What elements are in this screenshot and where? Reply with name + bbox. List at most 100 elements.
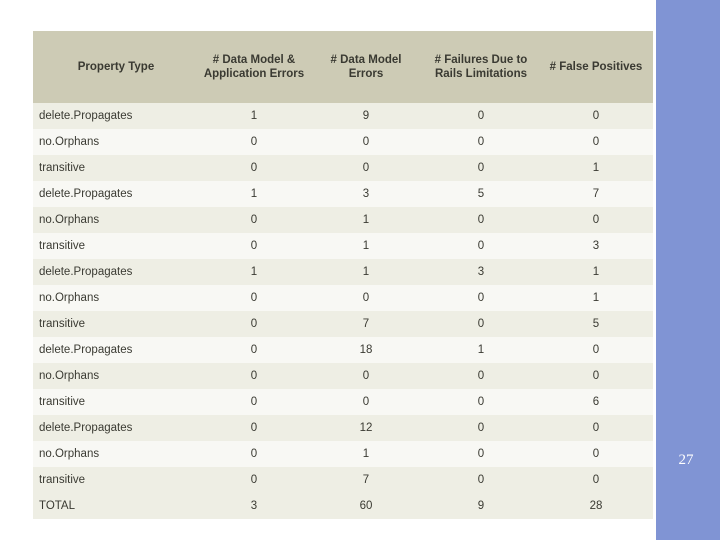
table-row: transitive 0 7 0 5 [33,311,653,337]
column-header-property-type: Property Type [33,31,199,103]
column-header-data-model-errors: # Data Model Errors [309,31,423,103]
cell-value: 0 [309,155,423,181]
table-body: delete.Propagates 1 9 0 0 no.Orphans 0 0 0 0 trans… [33,103,653,519]
cell-value: 0 [309,129,423,155]
cell-property-type: transitive [33,467,199,493]
cell-value: 1 [539,259,653,285]
cell-property-type: delete.Propagates [33,337,199,363]
cell-value: 1 [309,207,423,233]
cell-property-type: delete.Propagates [33,103,199,129]
cell-value: 6 [539,389,653,415]
cell-value: 0 [423,103,539,129]
cell-value: 28 [539,493,653,519]
table-header: Property Type # Data Model & Application… [33,31,653,103]
cell-value: 0 [199,389,309,415]
cell-property-type: no.Orphans [33,207,199,233]
cell-value: 0 [309,389,423,415]
column-header-data-model-application-errors: # Data Model & Application Errors [199,31,309,103]
table-row: delete.Propagates 1 3 5 7 [33,181,653,207]
cell-value: 0 [309,363,423,389]
cell-value: 0 [539,129,653,155]
results-table: Property Type # Data Model & Application… [33,31,653,519]
cell-value: 0 [423,129,539,155]
cell-property-type: transitive [33,155,199,181]
cell-property-type: no.Orphans [33,129,199,155]
cell-value: 0 [539,363,653,389]
cell-value: 1 [309,441,423,467]
cell-value: 1 [423,337,539,363]
table-row: transitive 0 0 0 6 [33,389,653,415]
cell-value: 9 [309,103,423,129]
cell-value: 0 [199,337,309,363]
cell-value: 0 [423,311,539,337]
slide: 27 Property Type # Data Model & Applicat… [0,0,720,540]
cell-value: 0 [423,467,539,493]
cell-value: 1 [199,181,309,207]
cell-value: 0 [199,441,309,467]
cell-value: 0 [539,415,653,441]
table-row: no.Orphans 0 0 0 0 [33,363,653,389]
cell-value: 5 [539,311,653,337]
cell-value: 3 [423,259,539,285]
cell-value: 0 [423,155,539,181]
cell-property-type: TOTAL [33,493,199,519]
results-table-container: Property Type # Data Model & Application… [33,31,653,519]
cell-property-type: delete.Propagates [33,415,199,441]
column-header-false-positives: # False Positives [539,31,653,103]
column-header-failures-rails-limitations: # Failures Due to Rails Limitations [423,31,539,103]
cell-property-type: no.Orphans [33,441,199,467]
cell-value: 0 [423,207,539,233]
cell-value: 0 [199,311,309,337]
cell-property-type: transitive [33,233,199,259]
table-row: transitive 0 1 0 3 [33,233,653,259]
cell-value: 7 [309,467,423,493]
table-row-total: TOTAL 3 60 9 28 [33,493,653,519]
cell-value: 5 [423,181,539,207]
cell-value: 0 [423,285,539,311]
cell-value: 18 [309,337,423,363]
table-row: no.Orphans 0 1 0 0 [33,207,653,233]
cell-value: 0 [539,467,653,493]
cell-value: 0 [199,233,309,259]
cell-value: 60 [309,493,423,519]
cell-value: 0 [199,207,309,233]
cell-value: 0 [423,415,539,441]
table-row: delete.Propagates 1 9 0 0 [33,103,653,129]
cell-value: 0 [539,441,653,467]
table-header-row: Property Type # Data Model & Application… [33,31,653,103]
cell-value: 7 [539,181,653,207]
cell-value: 0 [423,363,539,389]
table-row: transitive 0 0 0 1 [33,155,653,181]
cell-value: 1 [539,155,653,181]
cell-value: 0 [539,337,653,363]
cell-value: 1 [199,103,309,129]
cell-value: 1 [539,285,653,311]
table-row: delete.Propagates 1 1 3 1 [33,259,653,285]
cell-property-type: no.Orphans [33,285,199,311]
table-row: no.Orphans 0 0 0 1 [33,285,653,311]
cell-value: 3 [539,233,653,259]
cell-property-type: delete.Propagates [33,259,199,285]
cell-property-type: delete.Propagates [33,181,199,207]
table-row: delete.Propagates 0 12 0 0 [33,415,653,441]
cell-value: 0 [199,415,309,441]
table-row: delete.Propagates 0 18 1 0 [33,337,653,363]
cell-value: 9 [423,493,539,519]
cell-value: 0 [199,129,309,155]
cell-value: 7 [309,311,423,337]
table-row: no.Orphans 0 1 0 0 [33,441,653,467]
cell-value: 3 [199,493,309,519]
cell-value: 0 [199,363,309,389]
cell-value: 0 [539,207,653,233]
cell-property-type: transitive [33,311,199,337]
cell-value: 0 [199,467,309,493]
slide-number: 27 [678,452,694,468]
cell-value: 0 [423,233,539,259]
cell-value: 1 [199,259,309,285]
cell-value: 0 [423,389,539,415]
table-row: transitive 0 7 0 0 [33,467,653,493]
cell-value: 1 [309,233,423,259]
cell-value: 0 [199,285,309,311]
cell-value: 12 [309,415,423,441]
cell-property-type: no.Orphans [33,363,199,389]
